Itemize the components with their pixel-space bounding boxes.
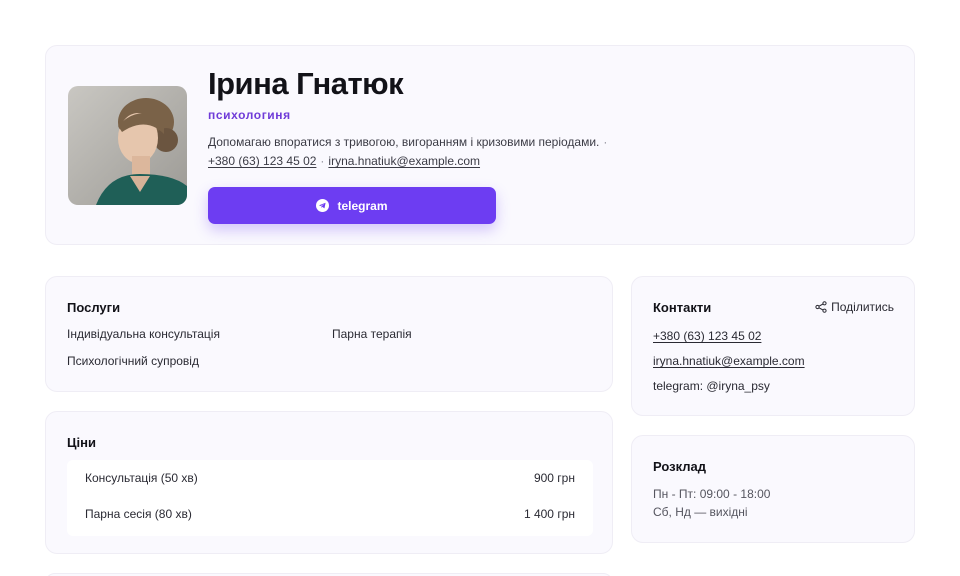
separator: ·	[603, 135, 608, 149]
hero-phone-link[interactable]: +380 (63) 123 45 02	[208, 154, 316, 168]
schedule-weekdays: Пн - Пт: 09:00 - 18:00	[653, 487, 771, 501]
contacts-card: Контакти Поділитись +380 (63) 123 45 02 …	[631, 276, 915, 416]
prices-title: Ціни	[67, 435, 96, 450]
profile-name: Ірина Гнатюк	[208, 66, 404, 101]
contacts-title: Контакти	[653, 300, 712, 315]
share-label: Поділитись	[831, 300, 894, 314]
contact-email-link[interactable]: iryna.hnatiuk@example.com	[653, 354, 805, 368]
hero-contacts: +380 (63) 123 45 02 · iryna.hnatiuk@exampl…	[208, 154, 480, 168]
contact-telegram: telegram: @iryna_psy	[653, 379, 770, 393]
price-name: Парна сесія (80 хв)	[85, 507, 192, 521]
schedule-weekend: Сб, Нд — вихідні	[653, 505, 748, 519]
price-row: Консультація (50 хв) 900 грн	[85, 471, 575, 485]
price-value: 900 грн	[533, 471, 575, 485]
schedule-title: Розклад	[653, 459, 706, 474]
price-value: 1 400 грн	[523, 507, 575, 521]
service-item: Індивідуальна консультація	[67, 327, 220, 341]
share-icon	[815, 301, 827, 313]
profile-bio: Допомагаю впоратися з тривогою, вигоранн…	[208, 135, 611, 149]
services-title: Послуги	[67, 300, 121, 315]
service-item: Психологічний супровід	[67, 354, 199, 368]
schedule-card: Розклад Пн - Пт: 09:00 - 18:00 Сб, Нд — …	[631, 435, 915, 543]
telegram-button-label: telegram	[337, 198, 388, 213]
separator: ·	[320, 154, 325, 168]
telegram-button[interactable]: telegram	[208, 187, 496, 224]
avatar	[68, 86, 187, 205]
price-name: Консультація (50 хв)	[85, 471, 198, 485]
contact-phone-link[interactable]: +380 (63) 123 45 02	[653, 329, 761, 343]
price-table: Консультація (50 хв) 900 грн Парна сесія…	[67, 460, 593, 536]
bio-text: Допомагаю впоратися з тривогою, вигоранн…	[208, 135, 600, 149]
share-button[interactable]: Поділитись	[815, 300, 894, 314]
hero-email-link[interactable]: iryna.hnatiuk@example.com	[328, 154, 480, 168]
profile-card: Ірина Гнатюк психологиня Допомагаю впора…	[45, 45, 915, 245]
services-card: Послуги Індивідуальна консультація Парна…	[45, 276, 613, 392]
service-item: Парна терапія	[332, 327, 412, 341]
telegram-icon	[316, 199, 330, 212]
profile-role: психологиня	[208, 108, 291, 122]
price-row: Парна сесія (80 хв) 1 400 грн	[85, 507, 575, 521]
prices-card: Ціни Консультація (50 хв) 900 грн Парна …	[45, 411, 613, 554]
